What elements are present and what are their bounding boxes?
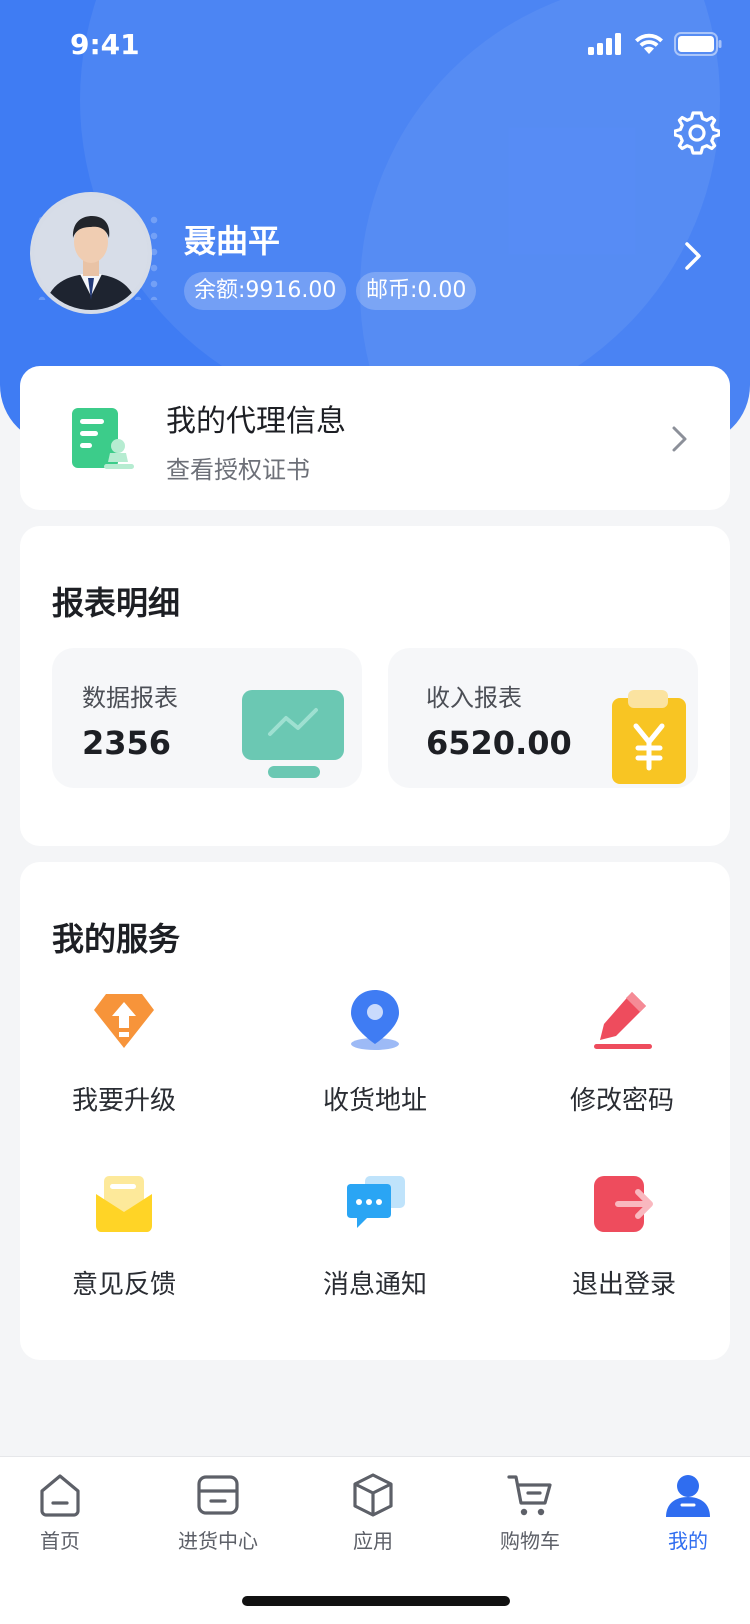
upgrade-button[interactable]: 我要升级: [24, 988, 224, 1138]
tab-label: 购物车: [500, 1529, 560, 1553]
gear-icon: [673, 111, 721, 155]
feedback-envelope-icon: [92, 1172, 156, 1236]
home-icon: [36, 1471, 84, 1519]
tile-value: 6520.00: [426, 724, 572, 762]
signal-icon: [588, 33, 621, 55]
tab-label: 我的: [668, 1529, 708, 1553]
balance-chip: 余额:9916.00: [184, 272, 347, 310]
reports-card: 报表明细 数据报表 2356 收入报表 6520.00: [20, 526, 730, 846]
box-icon: [349, 1471, 397, 1519]
monitor-chart-icon: [242, 686, 346, 786]
tile-label: 数据报表: [82, 684, 178, 712]
services-title: 我的服务: [52, 920, 181, 958]
wifi-icon: [635, 33, 663, 54]
tab-label: 进货中心: [178, 1529, 258, 1553]
tab-label: 应用: [353, 1529, 393, 1553]
user-icon: [664, 1471, 712, 1519]
message-bubble-icon: [343, 1172, 407, 1236]
logout-icon: [592, 1172, 656, 1236]
chevron-right-icon: [685, 242, 701, 270]
tab-cart[interactable]: 购物车: [470, 1471, 590, 1561]
profile-detail-button[interactable]: [680, 240, 706, 272]
certificate-icon: [70, 406, 134, 472]
logout-button[interactable]: 退出登录: [524, 1172, 724, 1322]
location-pin-icon: [343, 988, 407, 1052]
service-label: 我要升级: [71, 1086, 176, 1116]
coin-chip: 邮币:0.00: [356, 272, 477, 310]
settings-button[interactable]: [673, 110, 721, 156]
battery-icon: [674, 32, 722, 56]
avatar[interactable]: [30, 192, 152, 314]
service-label: 收货地址: [322, 1086, 427, 1116]
status-time: 9:41: [70, 28, 140, 61]
tab-apps[interactable]: 应用: [313, 1471, 433, 1561]
cart-icon: [506, 1471, 554, 1519]
agent-title: 我的代理信息: [166, 404, 346, 439]
home-indicator[interactable]: [242, 1596, 510, 1606]
yen-clipboard-icon: [610, 688, 688, 788]
status-icons: [588, 32, 722, 56]
chevron-right-icon: [670, 424, 690, 454]
user-name: 聂曲平: [184, 222, 281, 260]
services-card: 我的服务 我要升级 收货地址 修改密码 意见反馈 消息通知 退出登录: [20, 862, 730, 1360]
service-label: 消息通知: [322, 1270, 427, 1300]
feedback-button[interactable]: 意见反馈: [24, 1172, 224, 1322]
tab-home[interactable]: 首页: [0, 1471, 120, 1561]
tab-label: 首页: [40, 1529, 80, 1553]
address-button[interactable]: 收货地址: [275, 988, 475, 1138]
avatar-photo: [34, 196, 148, 310]
tile-value: 2356: [82, 724, 172, 762]
service-label: 修改密码: [569, 1086, 674, 1116]
change-password-button[interactable]: 修改密码: [522, 988, 722, 1138]
tab-purchase-center[interactable]: 进货中心: [158, 1471, 278, 1561]
edit-pencil-icon: [590, 988, 654, 1052]
income-report-tile[interactable]: 收入报表 6520.00: [388, 648, 698, 788]
agent-subtitle: 查看授权证书: [166, 456, 310, 484]
tab-mine[interactable]: 我的: [628, 1471, 748, 1561]
service-label: 退出登录: [571, 1270, 676, 1300]
data-report-tile[interactable]: 数据报表 2356: [52, 648, 362, 788]
service-label: 意见反馈: [71, 1270, 176, 1300]
agent-info-card[interactable]: 我的代理信息 查看授权证书: [20, 366, 730, 510]
notifications-button[interactable]: 消息通知: [275, 1172, 475, 1322]
purchase-card-icon: [194, 1471, 242, 1519]
tile-label: 收入报表: [426, 684, 522, 712]
upgrade-diamond-icon: [92, 988, 156, 1052]
reports-title: 报表明细: [52, 584, 181, 622]
